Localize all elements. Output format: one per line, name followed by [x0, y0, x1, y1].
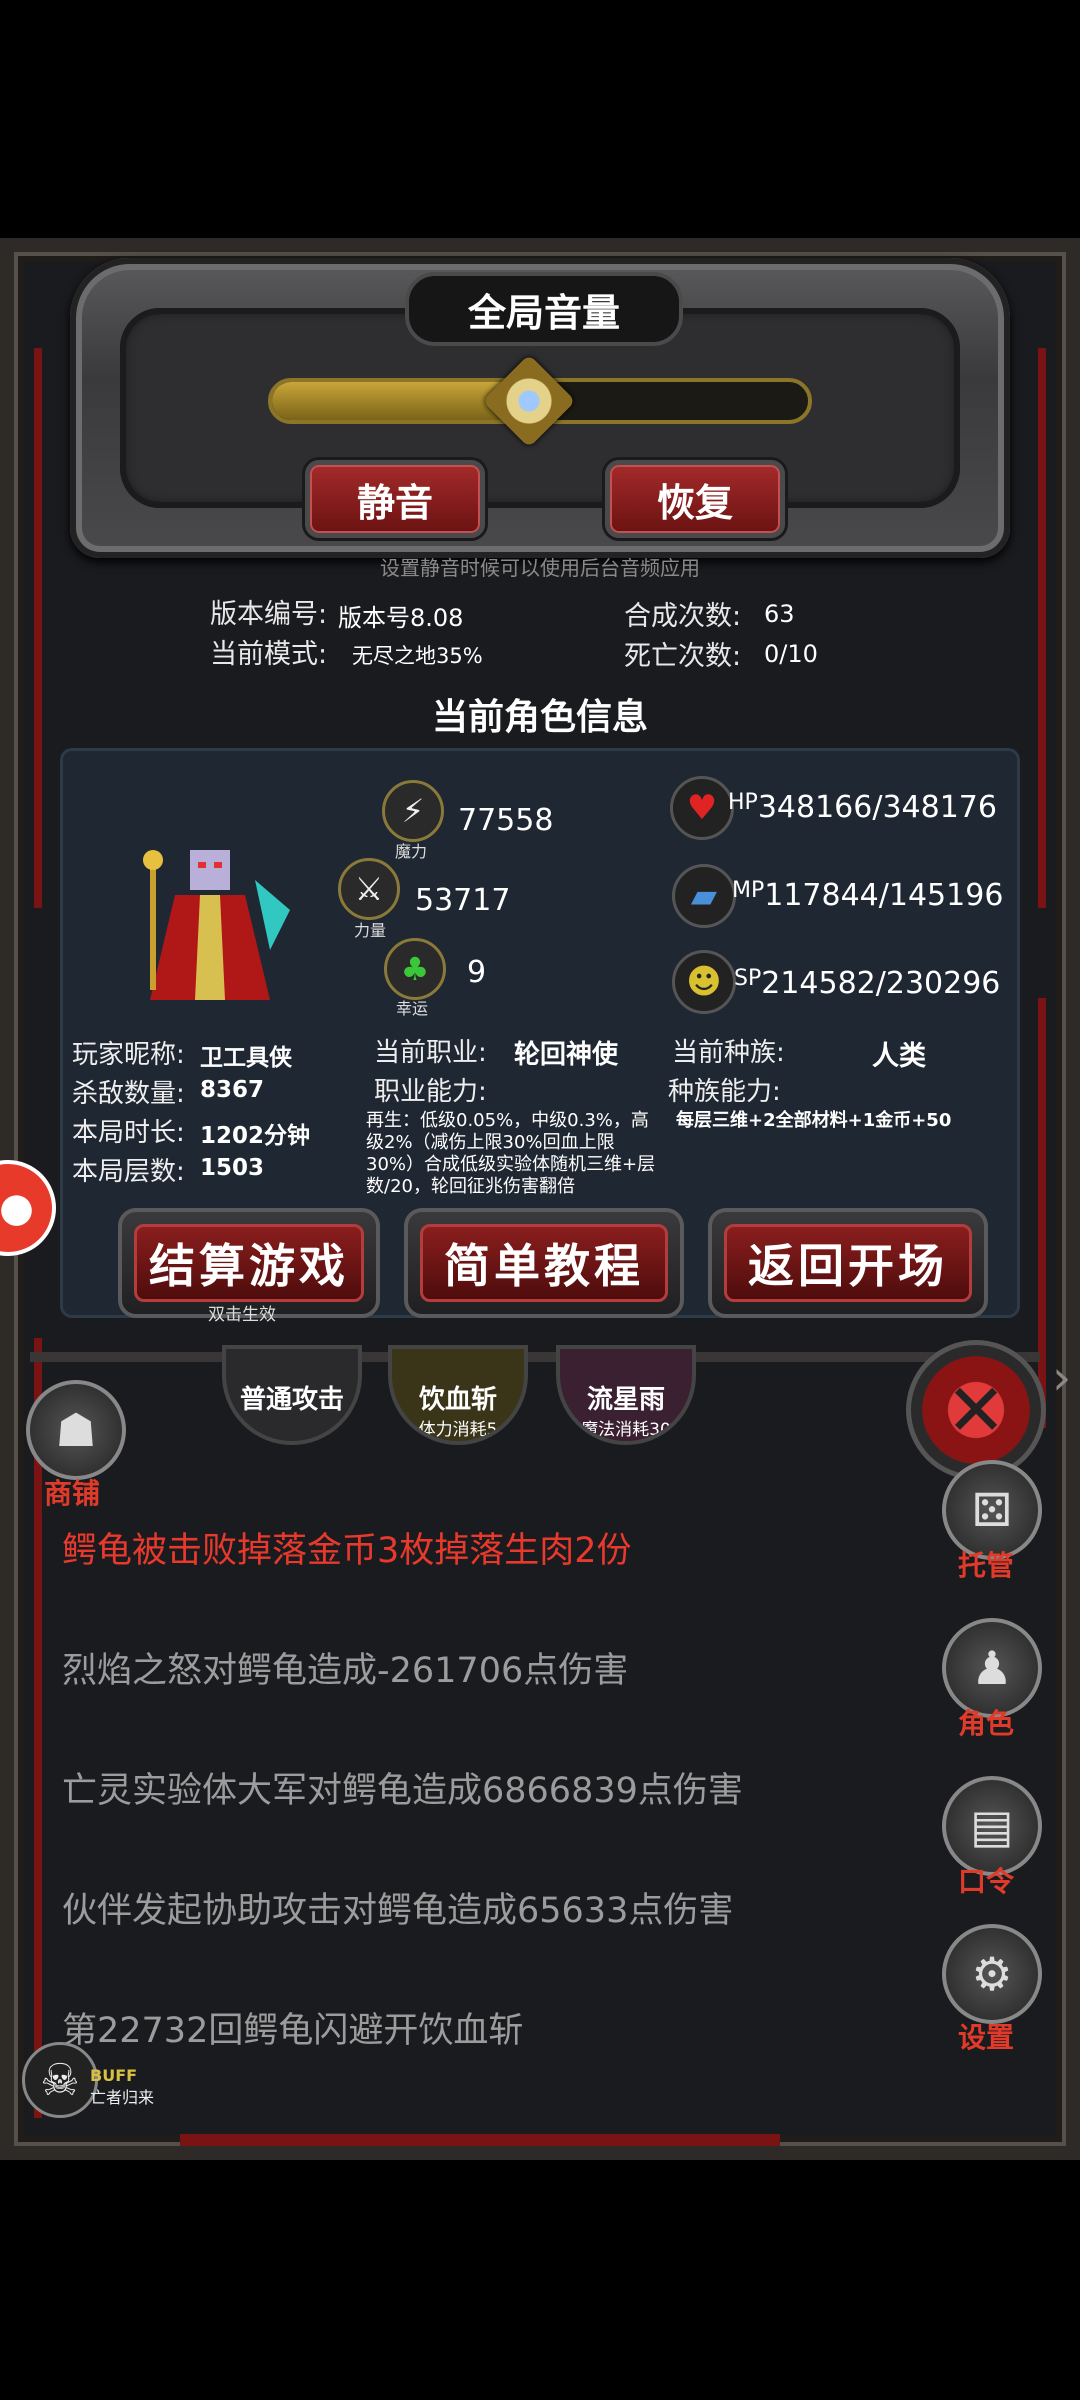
character-section-title: 当前角色信息 — [431, 697, 648, 738]
close-icon[interactable]: ✕ — [906, 1340, 1046, 1480]
job-label: 当前职业: — [374, 1038, 487, 1068]
job-value: 轮回神使 — [514, 1040, 619, 1070]
race-ability-text: 每层三维+2全部材料+1金币+50 — [676, 1110, 952, 1131]
hp-text: HP348166/348176 — [728, 790, 997, 825]
bottom-rail — [180, 2134, 780, 2146]
buff-subtitle: 亡者归来 — [90, 2088, 155, 2107]
mp-icon: ▰ — [672, 864, 736, 928]
character-avatar — [143, 850, 290, 1000]
kills-label: 杀敌数量: — [72, 1079, 185, 1109]
skill-meteor-rain[interactable]: 流星雨 魔法消耗30 — [556, 1345, 696, 1445]
log-line: 亡灵实验体大军对鳄龟造成6866839点伤害 — [62, 1771, 743, 1811]
buff-title: BUFF — [90, 2066, 138, 2085]
log-line: 伙伴发起协助攻击对鳄龟造成65633点伤害 — [62, 1891, 734, 1931]
mp-value: 117844/145196 — [764, 878, 1004, 913]
death-label: 死亡次数: — [624, 641, 742, 672]
skill-blood-slash[interactable]: 饮血斩 体力消耗5 — [388, 1345, 528, 1445]
settle-hint: 双击生效 — [208, 1305, 276, 1325]
mp-text: MP117844/145196 — [732, 878, 1003, 913]
race-ability-label: 种族能力: — [668, 1077, 781, 1107]
mute-button[interactable]: 静音 — [305, 460, 485, 538]
duration-value: 1202分钟 — [200, 1123, 311, 1149]
version-label: 版本编号: — [210, 599, 328, 630]
skull-icon[interactable]: ☠ — [22, 2042, 98, 2118]
heart-icon: ♥ — [670, 776, 734, 840]
skill-cost: 体力消耗5 — [418, 1420, 498, 1440]
chevron-right-icon[interactable]: › — [1052, 1350, 1071, 1406]
role-label[interactable]: 角色 — [958, 1702, 1014, 1742]
settings-label[interactable]: 设置 — [958, 2016, 1014, 2056]
return-label: 返回开场 — [724, 1224, 972, 1302]
job-ability-text: 再生：低级0.05%，中级0.3%，高级2%（减伤上限30%回血上限30%）合成… — [366, 1110, 656, 1197]
hp-value: 348166/348176 — [757, 790, 997, 825]
magic-value: 77558 — [458, 803, 554, 838]
skill-name: 流星雨 — [586, 1385, 665, 1415]
sp-tag: SP — [734, 966, 762, 991]
volume-title: 全局音量 — [405, 272, 683, 346]
sp-value: 214582/230296 — [761, 966, 1001, 1001]
hp-tag: HP — [728, 790, 758, 815]
kills-value: 8367 — [200, 1077, 265, 1103]
restore-button[interactable]: 恢复 — [605, 460, 785, 538]
strength-value: 53717 — [415, 883, 511, 918]
race-label: 当前种族: — [672, 1038, 785, 1068]
log-line: 鳄龟被击败掉落金币3枚掉落生肉2份 — [62, 1531, 632, 1571]
return-button[interactable]: 返回开场 — [708, 1208, 988, 1318]
log-line: 烈焰之怒对鳄龟造成-261706点伤害 — [62, 1651, 629, 1691]
skill-name: 普通攻击 — [239, 1385, 344, 1415]
floor-label: 本局层数: — [72, 1157, 185, 1187]
mode-value: 无尽之地35% — [352, 644, 483, 668]
log-line: 第22732回鳄龟闪避开饮血斩 — [62, 2011, 524, 2051]
death-value: 0/10 — [764, 640, 818, 668]
strength-icon: ⚔ — [338, 858, 400, 920]
skill-cost: 魔法消耗30 — [581, 1420, 671, 1440]
section-divider — [30, 1352, 1040, 1362]
synth-value: 63 — [764, 600, 795, 628]
magic-label: 魔力 — [395, 842, 428, 861]
settle-game-label: 结算游戏 — [134, 1224, 364, 1302]
nickname-value: 卫工具侠 — [200, 1045, 292, 1071]
luck-value: 9 — [467, 955, 487, 990]
volume-hint: 设置静音时候可以使用后台音频应用 — [380, 556, 700, 580]
left-rail — [34, 348, 42, 908]
tutorial-button[interactable]: 简单教程 — [404, 1208, 684, 1318]
sp-icon: ☻ — [672, 950, 736, 1014]
magic-icon: ⚡ — [382, 780, 444, 842]
tutorial-label: 简单教程 — [420, 1224, 668, 1302]
code-label[interactable]: 口令 — [958, 1860, 1014, 1900]
floor-value: 1503 — [200, 1155, 265, 1181]
synth-label: 合成次数: — [624, 601, 742, 632]
auto-label[interactable]: 托管 — [958, 1544, 1014, 1584]
right-rail — [1038, 348, 1046, 908]
gear-icon[interactable]: ⚙ — [942, 1924, 1042, 2024]
right-rail-mid — [1038, 998, 1046, 1428]
mp-tag: MP — [732, 878, 765, 903]
sp-text: SP214582/230296 — [734, 966, 1000, 1001]
shop-icon[interactable]: ☗ — [26, 1380, 126, 1480]
nickname-label: 玩家昵称: — [72, 1040, 185, 1070]
race-value: 人类 — [872, 1041, 926, 1072]
luck-icon: ♣ — [384, 938, 446, 1000]
mode-label: 当前模式: — [210, 639, 328, 670]
duration-label: 本局时长: — [72, 1118, 185, 1148]
luck-label: 幸运 — [396, 999, 429, 1018]
strength-label: 力量 — [354, 921, 387, 940]
version-value: 版本号8.08 — [338, 604, 464, 632]
job-ability-label: 职业能力: — [374, 1077, 487, 1107]
skill-name: 饮血斩 — [418, 1385, 497, 1415]
shop-label[interactable]: 商铺 — [44, 1472, 100, 1512]
